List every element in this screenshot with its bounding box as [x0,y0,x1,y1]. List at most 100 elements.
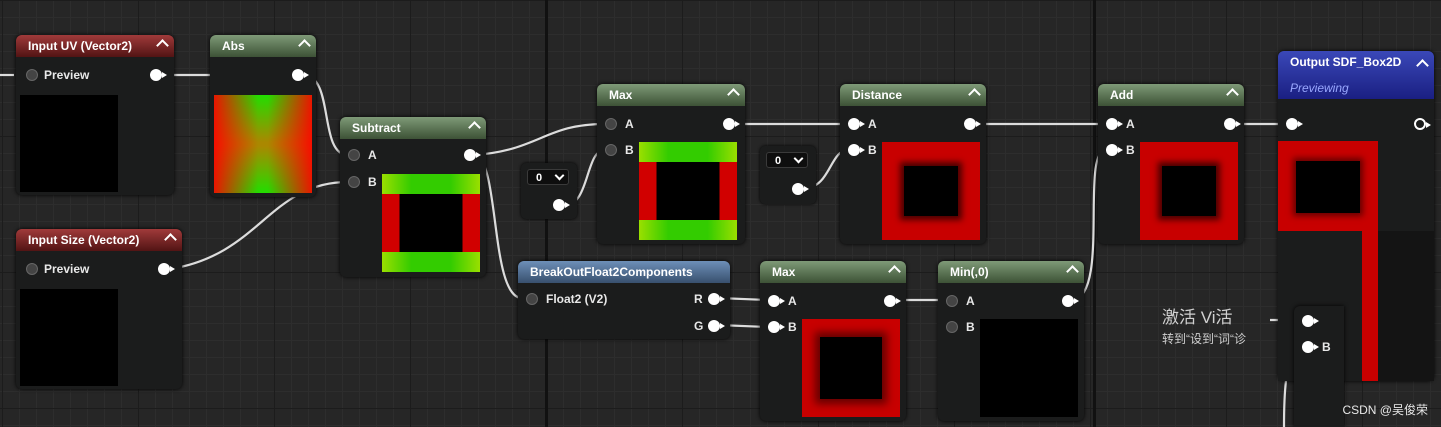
node-header[interactable]: Max [760,261,906,283]
distance-node[interactable]: Distance A B [840,84,986,244]
output-pin[interactable] [150,69,167,81]
collapse-chevron-icon[interactable] [298,39,311,52]
output-pin[interactable] [292,69,309,81]
pin-label-b: B [966,320,975,334]
preview-image [882,142,980,240]
collapse-chevron-icon[interactable] [1226,88,1239,101]
pin-label-preview: Preview [44,262,90,276]
grid-major-line [1093,0,1096,427]
constant-value-dropdown[interactable]: 0 [766,152,808,168]
collapse-chevron-icon[interactable] [468,121,481,134]
node-header[interactable]: BreakOutFloat2Components [518,261,730,283]
previewing-label: Previewing [1290,81,1349,95]
node-header[interactable]: Min(,0) [938,261,1084,283]
preview-image [980,319,1078,417]
pin-label-a: A [868,117,877,131]
subtract-node[interactable]: Subtract A B [340,117,486,277]
input-pin-a[interactable] [1302,315,1319,327]
output-pin[interactable] [792,183,809,195]
constant-value-dropdown[interactable]: 0 [527,169,569,185]
input-pin-b[interactable] [348,176,360,188]
node-header[interactable]: Abs [210,35,316,57]
pin-label-a: A [368,148,377,162]
collapse-chevron-icon[interactable] [1066,265,1079,278]
node-header[interactable]: Distance [840,84,986,106]
min-node[interactable]: Min(,0) A B [938,261,1084,421]
input-uv-node[interactable]: Input UV (Vector2) Preview [16,35,174,195]
input-pin-a[interactable] [848,118,865,130]
collapse-chevron-icon[interactable] [156,39,169,52]
breakout-float2-node[interactable]: BreakOutFloat2Components Float2 (V2) R G [518,261,730,339]
node-header[interactable]: Input Size (Vector2) [16,229,182,251]
node-header[interactable]: Subtract [340,117,486,139]
preview-image [802,319,900,417]
input-pin[interactable] [26,69,38,81]
input-pin-b[interactable] [946,321,958,333]
preview-mask [1378,231,1434,381]
node-header[interactable]: Max [597,84,745,106]
constant-node[interactable]: 0 [760,146,816,204]
pin-label-b: B [788,320,797,334]
csdn-watermark: CSDN @吴俊荣 [1342,403,1428,417]
output-pin[interactable] [723,118,740,130]
pin-label-a: A [1126,117,1135,131]
wire-subtract-max [474,122,606,157]
chevron-down-icon [793,153,804,164]
output-pin[interactable] [1224,118,1241,130]
output-pin[interactable] [158,263,175,275]
node-header[interactable]: Add [1098,84,1244,106]
pin-label-g: G [694,319,704,333]
add-node[interactable]: Add A B [1098,84,1244,244]
output-pin-r[interactable] [708,293,725,305]
collapse-chevron-icon[interactable] [888,265,901,278]
output-pin[interactable] [553,199,570,211]
output-pin[interactable] [884,295,901,307]
collapse-chevron-icon[interactable] [968,88,981,101]
abs-node[interactable]: Abs [210,35,316,197]
preview-image [20,289,118,386]
max-node[interactable]: Max A B [760,261,906,421]
pin-label-b: B [625,143,634,157]
pin-label-b: B [1322,340,1331,354]
output-pin-g[interactable] [708,320,725,332]
max-node[interactable]: Max A B [597,84,745,244]
input-pin-a[interactable] [768,295,785,307]
preview-image [1140,142,1238,240]
preview-inner [1296,161,1360,213]
node-header[interactable]: Input UV (Vector2) [16,35,174,57]
pin-label-b: B [868,143,877,157]
pin-label-a: A [625,117,634,131]
output-pin[interactable] [1414,118,1431,130]
partial-node[interactable]: B [1294,306,1344,427]
preview-image [639,142,737,240]
input-pin-b[interactable] [1302,341,1319,353]
preview-image [382,174,480,272]
node-header[interactable]: Output SDF_Box2D Previewing [1278,51,1434,99]
input-pin[interactable] [526,293,538,305]
input-pin-b[interactable] [1106,144,1123,156]
input-pin-a[interactable] [605,118,617,130]
input-size-node[interactable]: Input Size (Vector2) Preview [16,229,182,389]
pin-label-a: A [966,294,975,308]
input-pin-a[interactable] [946,295,958,307]
input-pin-a[interactable] [1106,118,1123,130]
pin-label-b: B [368,175,377,189]
constant-node[interactable]: 0 [521,163,577,219]
pin-label-float2: Float2 (V2) [546,292,608,306]
input-pin[interactable] [1286,118,1303,130]
collapse-chevron-icon[interactable] [164,233,177,246]
input-pin-b[interactable] [605,144,617,156]
preview-image [214,95,312,193]
input-pin[interactable] [26,263,38,275]
output-pin[interactable] [1062,295,1079,307]
input-pin-b[interactable] [848,144,865,156]
chevron-down-icon [554,170,565,181]
input-pin-a[interactable] [348,149,360,161]
output-pin[interactable] [964,118,981,130]
output-pin[interactable] [464,149,481,161]
input-pin-b[interactable] [768,321,785,333]
collapse-chevron-icon[interactable] [1416,59,1429,72]
collapse-chevron-icon[interactable] [727,88,740,101]
pin-label-preview: Preview [44,68,90,82]
preview-image [20,95,118,192]
